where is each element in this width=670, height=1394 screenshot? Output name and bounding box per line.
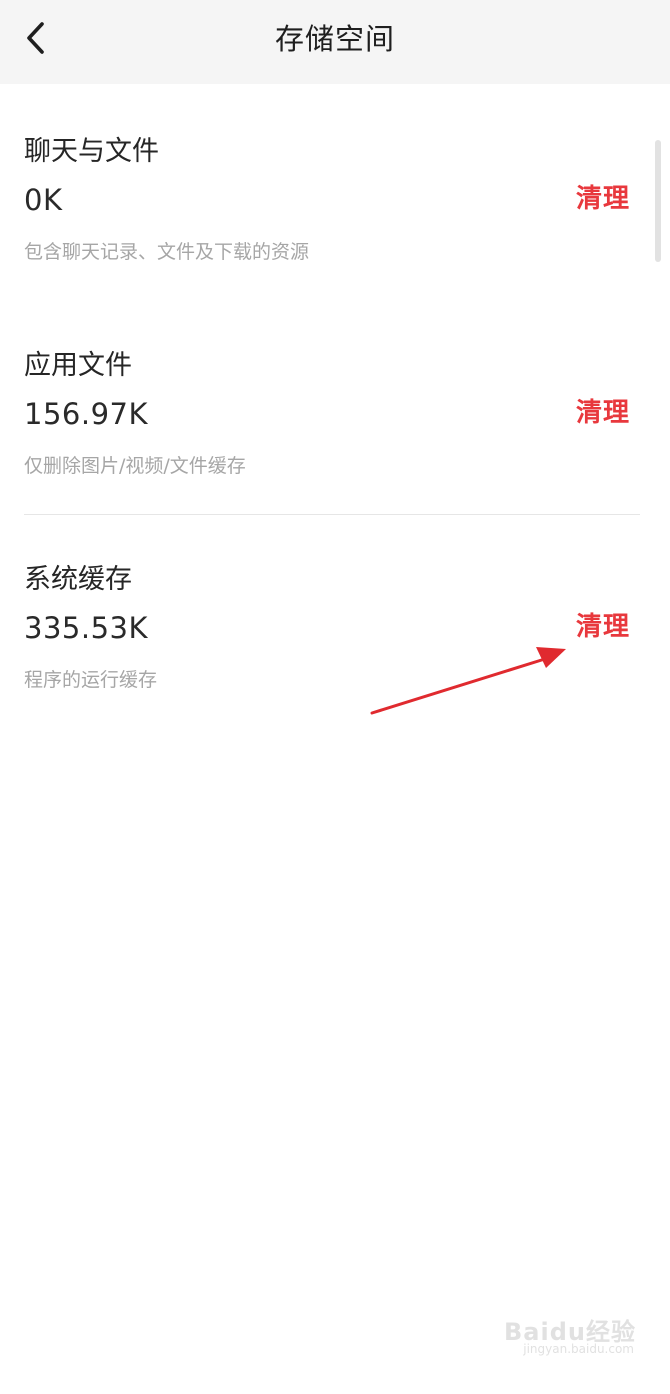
section-title: 应用文件 bbox=[24, 350, 132, 381]
section-description: 包含聊天记录、文件及下载的资源 bbox=[24, 241, 310, 263]
section-title: 聊天与文件 bbox=[24, 136, 159, 167]
section-description: 仅删除图片/视频/文件缓存 bbox=[24, 455, 246, 477]
baidu-jingyan-watermark: Baidu经验 jingyan.baidu.com bbox=[504, 1312, 636, 1360]
app-header: 存储空间 bbox=[0, 0, 670, 84]
clean-button[interactable]: 清理 bbox=[576, 606, 630, 643]
watermark-url: jingyan.baidu.com bbox=[523, 1342, 634, 1356]
section-chat-and-files: 聊天与文件 0K 包含聊天记录、文件及下载的资源 清理 bbox=[0, 84, 670, 284]
clean-button[interactable]: 清理 bbox=[576, 178, 630, 215]
storage-size: 156.97K bbox=[24, 397, 148, 431]
storage-size: 335.53K bbox=[24, 611, 148, 645]
storage-size: 0K bbox=[24, 183, 63, 217]
section-system-cache: 系统缓存 335.53K 程序的运行缓存 清理 bbox=[0, 512, 670, 712]
section-description: 程序的运行缓存 bbox=[24, 669, 158, 691]
page-title: 存储空间 bbox=[274, 22, 395, 56]
section-title: 系统缓存 bbox=[24, 564, 132, 595]
clean-button[interactable]: 清理 bbox=[576, 392, 630, 429]
section-app-files: 应用文件 156.97K 仅删除图片/视频/文件缓存 清理 bbox=[0, 298, 670, 498]
